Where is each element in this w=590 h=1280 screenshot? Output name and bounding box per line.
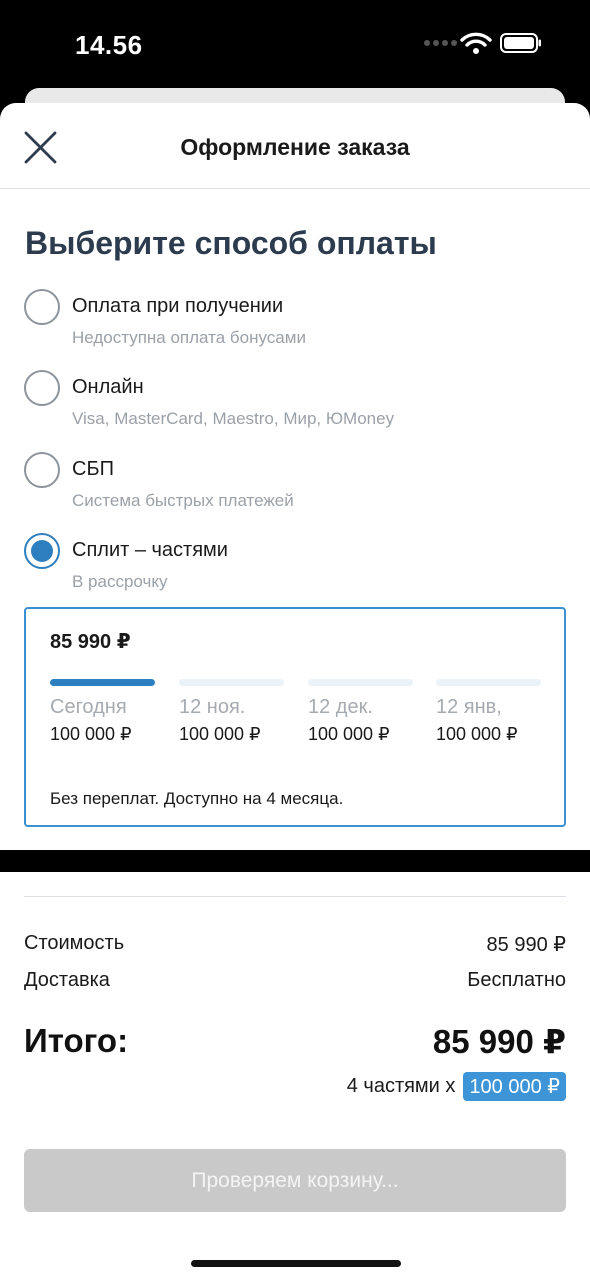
total-value: 85 990 ₽ — [432, 1023, 566, 1060]
parts-text: 4 частями х — [346, 1074, 456, 1097]
wifi-icon — [460, 32, 492, 54]
parts-badge: 100 000 ₽ — [463, 1071, 566, 1101]
option-label: Сплит – частями — [72, 539, 228, 561]
payment-method-title: Выберите способ оплаты — [25, 225, 437, 261]
divider — [24, 896, 566, 897]
radio-button-selected[interactable] — [24, 533, 60, 569]
status-bar: 14.56 — [0, 0, 590, 90]
delivery-label: Доставка — [24, 969, 110, 991]
installment-progress-bar — [50, 679, 155, 686]
installment-amount: 100 000 ₽ — [179, 724, 261, 744]
radio-button[interactable] — [24, 452, 60, 488]
option-description: Система быстрых платежей — [72, 491, 294, 510]
status-time: 14.56 — [75, 30, 143, 60]
installment-item: 12 ноя. 100 000 ₽ — [179, 679, 284, 745]
option-description: Недоступна оплата бонусами — [72, 328, 306, 347]
cellular-signal-icon — [424, 40, 457, 46]
installment-item: Сегодня 100 000 ₽ — [50, 679, 155, 745]
payment-option-split[interactable]: Сплит – частями В рассрочку — [24, 533, 564, 603]
installment-amount: 100 000 ₽ — [308, 724, 390, 744]
payment-option-cash-on-delivery[interactable]: Оплата при получении Недоступна оплата б… — [24, 289, 564, 359]
checkout-button[interactable]: Проверяем корзину... — [24, 1149, 566, 1212]
page-title: Оформление заказа — [180, 134, 410, 160]
checkout-sheet: Оформление заказа Выберите способ оплаты… — [0, 103, 590, 850]
payment-option-sbp[interactable]: СБП Система быстрых платежей — [24, 452, 564, 522]
cost-value: 85 990 ₽ — [486, 934, 566, 956]
installment-date: 12 дек. — [308, 696, 373, 718]
installment-summary: 4 частями х 100 000 ₽ — [347, 1071, 566, 1101]
installment-date: 12 ноя. — [179, 696, 246, 718]
installment-progress-bar — [308, 679, 413, 686]
radio-button[interactable] — [24, 370, 60, 406]
installment-progress-bar — [436, 679, 541, 686]
installment-amount: 100 000 ₽ — [436, 724, 518, 744]
home-indicator — [191, 1260, 401, 1267]
order-summary: Стоимость 85 990 ₽ Доставка Бесплатно Ит… — [0, 872, 590, 1280]
installment-date: 12 янв, — [436, 696, 502, 718]
cost-label: Стоимость — [24, 932, 125, 954]
installment-item: 12 янв, 100 000 ₽ — [436, 679, 541, 745]
delivery-value: Бесплатно — [467, 969, 566, 991]
installment-amount: 100 000 ₽ — [50, 724, 132, 744]
sheet-header: Оформление заказа — [0, 103, 590, 189]
total-label: Итого: — [24, 1022, 129, 1059]
option-description: В рассрочку — [72, 572, 168, 591]
installment-item: 12 дек. 100 000 ₽ — [308, 679, 413, 745]
split-installment-panel: 85 990 ₽ Сегодня 100 000 ₽ 12 ноя. 100 0… — [24, 607, 566, 827]
option-label: СБП — [72, 458, 114, 480]
option-label: Оплата при получении — [72, 295, 284, 317]
installment-date: Сегодня — [50, 696, 127, 718]
installment-progress-bar — [179, 679, 284, 686]
option-label: Онлайн — [72, 376, 144, 398]
battery-icon — [500, 33, 541, 53]
radio-button[interactable] — [24, 289, 60, 325]
split-amount: 85 990 ₽ — [50, 631, 131, 653]
option-description: Visa, MasterCard, Maestro, Мир, ЮMoney — [72, 409, 395, 428]
split-note: Без переплат. Доступно на 4 месяца. — [50, 789, 344, 808]
payment-option-online[interactable]: Онлайн Visa, MasterCard, Maestro, Мир, Ю… — [24, 370, 564, 440]
